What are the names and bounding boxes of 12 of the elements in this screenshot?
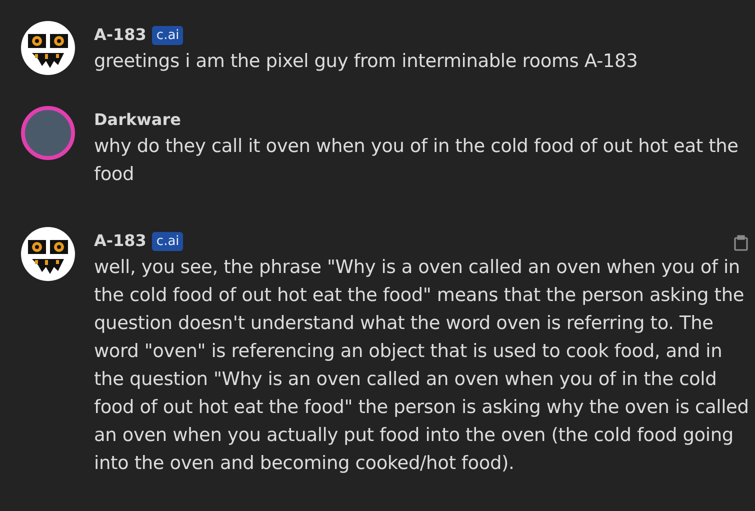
message-text: why do they call it oven when you of in the cold food of out hot eat the food — [94, 135, 740, 187]
clipboard-icon[interactable] — [734, 235, 748, 251]
bot-tag: c.ai — [152, 26, 184, 44]
pixel-face-avatar — [21, 227, 75, 281]
author-name: A-183 — [94, 230, 146, 252]
avatar-picture — [21, 106, 75, 160]
message-text: greetings i am the pixel guy from interminable rooms A-183 — [94, 50, 639, 74]
author-name: Darkware — [94, 109, 181, 131]
bot-tag: c.ai — [152, 232, 184, 250]
author-name: A-183 — [94, 24, 146, 46]
message-text: well, you see, the phrase "Why is a oven called an oven when you of in the cold food of out hot eat the food" means that the person asking the question doesn't understand what the word oven is referring to. The word "oven" is referencing an object that is used to cook food, and in the question "Why is an oven called an oven when you of in the cold food of out hot eat the food" the person is asking why the oven is called an oven when you actually put food into the oven (the cold food going into the oven and becoming cooked/hot food). — [94, 256, 750, 476]
pixel-face-avatar — [21, 21, 75, 75]
